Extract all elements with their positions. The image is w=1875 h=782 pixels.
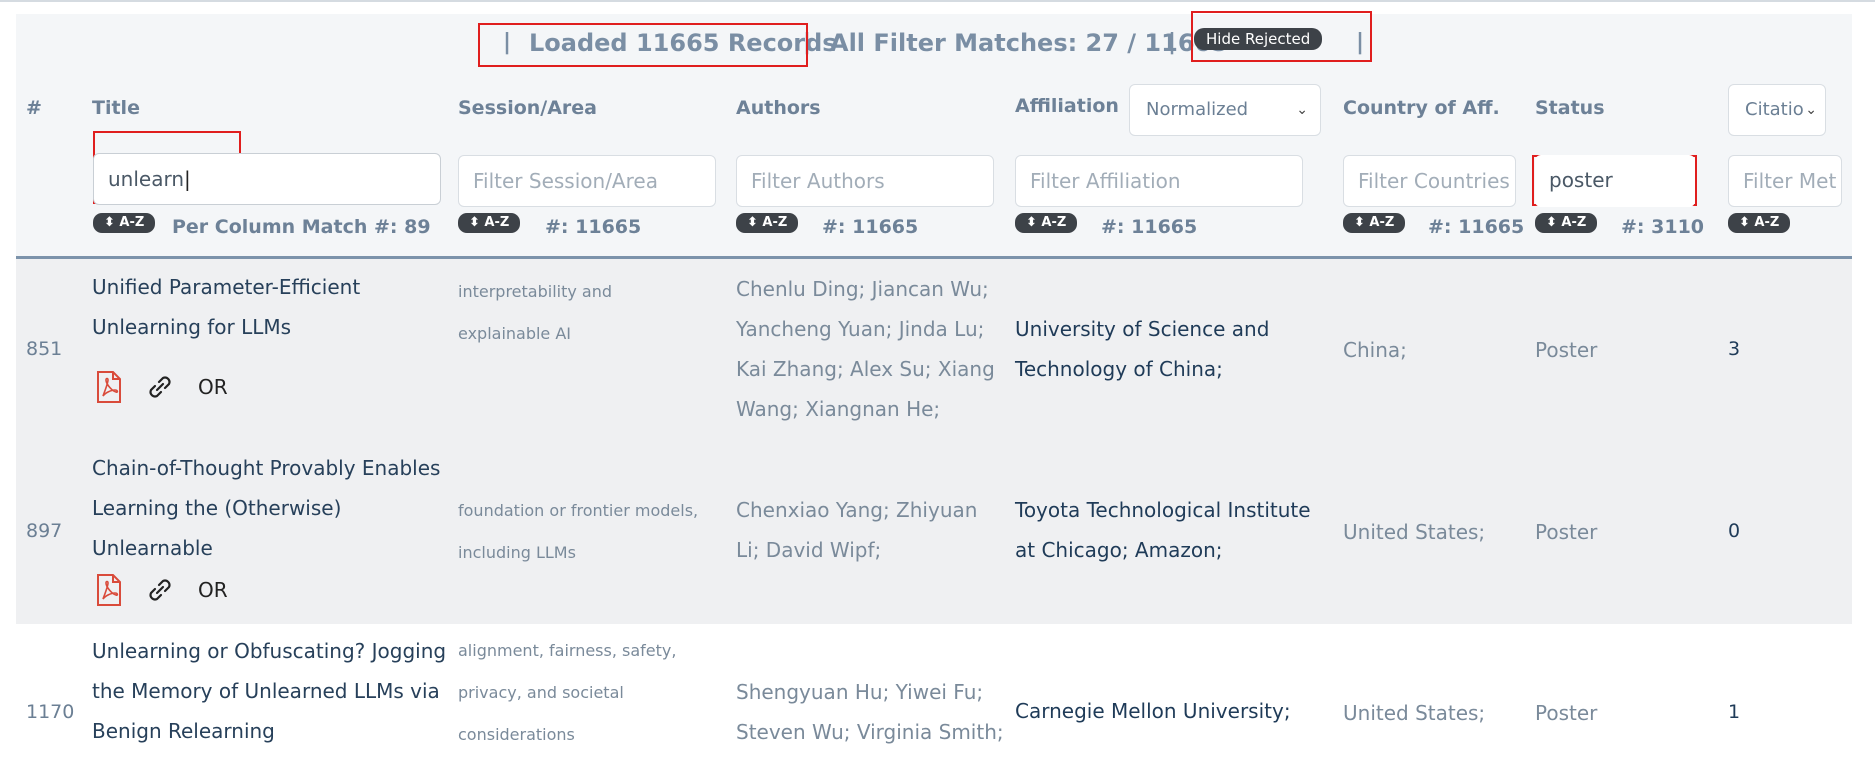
session-filter-input[interactable]: Filter Session/Area	[458, 155, 716, 207]
status-text: Poster	[1535, 338, 1598, 362]
table-row: 897 Chain-of-Thought Provably Enables Le…	[16, 438, 1852, 624]
paper-actions: OR	[96, 574, 228, 606]
status-text: Poster	[1535, 520, 1598, 544]
column-header-affiliation[interactable]: Affiliation	[1015, 95, 1119, 117]
affiliation-mode-select[interactable]: Normalized ⌄	[1129, 84, 1321, 136]
affiliation-text: University of Science and Technology of …	[1015, 317, 1270, 381]
row-number: 1170	[26, 701, 75, 723]
citation-select-value: Citatio	[1745, 99, 1804, 120]
authors-sort-button[interactable]: ⬍ A-Z	[736, 213, 799, 233]
country-match-count: #: 11665	[1428, 216, 1525, 238]
chevron-down-icon: ⌄	[1805, 102, 1817, 118]
column-header-number[interactable]: #	[26, 97, 42, 119]
authors-list: Chenlu Ding; Jiancan Wu; Yancheng Yuan; …	[736, 277, 995, 421]
authors-list: Chenxiao Yang; Zhiyuan Li; David Wipf;	[736, 498, 978, 562]
title-match-count: Per Column Match #: 89	[172, 216, 431, 238]
countries-filter-input[interactable]: Filter Countries	[1343, 155, 1516, 207]
affiliation-text: Toyota Technological Institute at Chicag…	[1015, 498, 1311, 562]
paper-title-link[interactable]: Unified Parameter-Efficient Unlearning f…	[92, 267, 392, 347]
citation-count: 1	[1728, 701, 1741, 723]
citation-column-select[interactable]: Citatio ⌄	[1728, 84, 1826, 136]
link-icon[interactable]	[144, 371, 176, 403]
session-area: foundation or frontier models, including…	[458, 501, 699, 562]
affiliation-mode-value: Normalized	[1146, 99, 1249, 120]
affiliation-text: Carnegie Mellon University;	[1015, 699, 1291, 723]
highlight-box-hide-rejected	[1191, 11, 1372, 62]
affiliation-filter-input[interactable]: Filter Affiliation	[1015, 155, 1303, 207]
pdf-icon[interactable]	[96, 574, 122, 606]
column-header-country[interactable]: Country of Aff.	[1343, 97, 1500, 119]
status-filter-input[interactable]: poster	[1535, 155, 1695, 207]
authors-list: Shengyuan Hu; Yiwei Fu; Steven Wu; Virgi…	[736, 680, 1004, 744]
paper-actions: OR	[96, 371, 228, 403]
session-match-count: #: 11665	[545, 216, 642, 238]
status-match-count: #: 3110	[1621, 216, 1705, 238]
row-number: 851	[26, 338, 63, 360]
pdf-icon[interactable]	[96, 371, 122, 403]
country-text: United States;	[1343, 701, 1486, 725]
chevron-down-icon: ⌄	[1296, 102, 1308, 118]
citation-count: 0	[1728, 520, 1741, 542]
metric-sort-button[interactable]: ⬍ A-Z	[1728, 213, 1791, 233]
country-text: United States;	[1343, 520, 1486, 544]
session-sort-button[interactable]: ⬍ A-Z	[458, 213, 521, 233]
title-sort-button[interactable]: ⬍ A-Z	[93, 213, 156, 233]
country-sort-button[interactable]: ⬍ A-Z	[1343, 213, 1406, 233]
highlight-box-loaded	[478, 23, 808, 67]
status-text: Poster	[1535, 701, 1598, 725]
status-sort-button[interactable]: ⬍ A-Z	[1535, 213, 1598, 233]
authors-match-count: #: 11665	[822, 216, 919, 238]
separator: |	[1168, 30, 1177, 55]
paper-title-link[interactable]: Chain-of-Thought Provably Enables Learni…	[92, 448, 462, 568]
top-border	[0, 0, 1875, 2]
column-header-title[interactable]: Title	[92, 97, 140, 119]
openreview-link[interactable]: OR	[198, 578, 228, 602]
link-icon[interactable]	[144, 574, 176, 606]
table-row: 1170 Unlearning or Obfuscating? Jogging …	[16, 624, 1852, 782]
affiliation-sort-button[interactable]: ⬍ A-Z	[1015, 213, 1078, 233]
title-filter-input[interactable]: unlearn|	[93, 153, 441, 205]
title-filter-value: unlearn	[108, 167, 185, 191]
session-area: alignment, fairness, safety, privacy, an…	[458, 641, 677, 744]
metric-filter-input[interactable]: Filter Met	[1728, 155, 1842, 207]
authors-filter-input[interactable]: Filter Authors	[736, 155, 994, 207]
citation-count: 3	[1728, 338, 1741, 360]
column-header-authors[interactable]: Authors	[736, 97, 821, 119]
affiliation-match-count: #: 11665	[1101, 216, 1198, 238]
column-header-status[interactable]: Status	[1535, 97, 1605, 119]
paper-title-link[interactable]: Unlearning or Obfuscating? Jogging the M…	[92, 631, 462, 751]
openreview-link[interactable]: OR	[198, 375, 228, 399]
column-header-session[interactable]: Session/Area	[458, 97, 597, 119]
table-row: 851 Unified Parameter-Efficient Unlearni…	[16, 259, 1852, 438]
row-number: 897	[26, 520, 63, 542]
session-area: interpretability and explainable AI	[458, 282, 613, 343]
country-text: China;	[1343, 338, 1407, 362]
